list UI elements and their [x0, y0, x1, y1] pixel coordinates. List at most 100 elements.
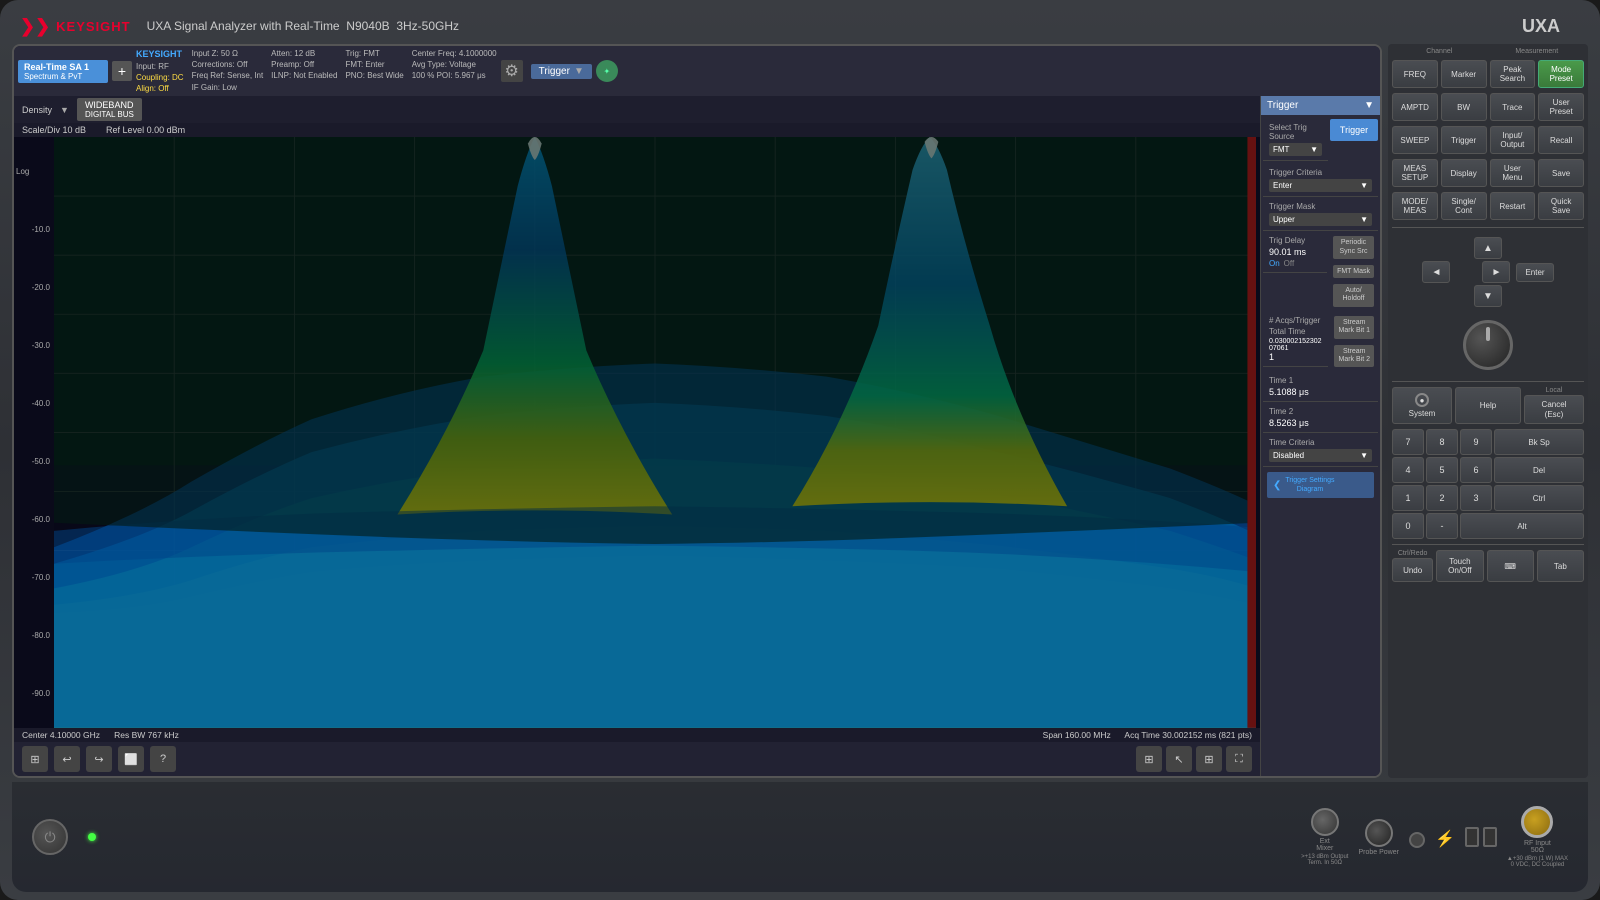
trig-time1-section: Time 1 5.1088 μs [1263, 372, 1378, 402]
settings-button[interactable]: ⚙ [501, 60, 523, 82]
trig-source-dropdown[interactable]: FMT ▼ [1269, 143, 1322, 156]
trig-mask-dropdown[interactable]: Upper ▼ [1269, 213, 1372, 226]
power-button[interactable]: ⏻ [32, 819, 68, 855]
trig-delay-value: 90.01 ms [1269, 247, 1321, 257]
save-button[interactable]: Save [1538, 159, 1584, 187]
headphone-connector [1409, 832, 1425, 848]
trigger-main-button[interactable]: Trigger [1330, 119, 1378, 141]
touch-on-off-button[interactable]: Touch On/Off [1436, 550, 1483, 582]
sweep-button[interactable]: SWEEP [1392, 126, 1438, 154]
trig-criteria-dropdown[interactable]: Enter ▼ [1269, 179, 1372, 192]
wideband-button[interactable]: WIDEBAND DIGITAL BUS [77, 98, 142, 121]
trig-off-button[interactable]: Off [1284, 259, 1295, 268]
enter-button[interactable]: Enter [1516, 263, 1553, 282]
cursor-button[interactable]: ↖ [1166, 746, 1192, 772]
system-button[interactable]: ● System [1392, 387, 1452, 424]
del-button[interactable]: Del [1494, 457, 1584, 483]
y-label-3: -30.0 [14, 341, 54, 350]
lightning-col: ⚡ [1435, 825, 1455, 849]
add-view-button[interactable]: + [112, 61, 132, 81]
info-block-4: Trig: FMT FMT: Enter PNO: Best Wide [345, 48, 403, 94]
mode-preset-button[interactable]: Mode Preset [1538, 60, 1584, 88]
trigger-hw-button[interactable]: Trigger [1441, 126, 1487, 154]
num-1-button[interactable]: 1 [1392, 485, 1424, 511]
alt-button[interactable]: Alt [1460, 513, 1584, 539]
ctrl-button[interactable]: Ctrl [1494, 485, 1584, 511]
bw-button[interactable]: BW [1441, 93, 1487, 121]
num-5-button[interactable]: 5 [1426, 457, 1458, 483]
redo-toolbar-button[interactable]: ↪ [86, 746, 112, 772]
num-8-button[interactable]: 8 [1426, 429, 1458, 455]
nav-down-button[interactable]: ▼ [1474, 285, 1502, 307]
usb-port-2 [1483, 827, 1497, 847]
trace-button[interactable]: Trace [1490, 93, 1536, 121]
fmt-mask-button[interactable]: FMT Mask [1333, 265, 1374, 278]
trig-mask-section: Trigger Mask Upper ▼ [1263, 198, 1378, 231]
meas-setup-button[interactable]: MEAS SETUP [1392, 159, 1438, 187]
y-label-5: -50.0 [14, 457, 54, 466]
main-content: Real-Time SA 1 Spectrum & PvT + KEYSIGHT… [12, 44, 1588, 778]
freq-button[interactable]: FREQ [1392, 60, 1438, 88]
lightning-icon: ⚡ [1435, 829, 1455, 849]
user-menu-button[interactable]: User Menu [1490, 159, 1536, 187]
usb-port-1 [1465, 827, 1479, 847]
main-knob[interactable] [1463, 320, 1513, 370]
y-label-7: -70.0 [14, 573, 54, 582]
bottom-toolbar: ⊞ ↩ ↪ ⬜ ? ⊞ ↖ ⊞ ⛶ [14, 742, 1260, 776]
quick-save-button[interactable]: Quick Save [1538, 192, 1584, 220]
help-button[interactable]: Help [1455, 387, 1521, 424]
usb-ports [1465, 827, 1497, 847]
undo-toolbar-button[interactable]: ↩ [54, 746, 80, 772]
undo-button[interactable]: Undo [1392, 558, 1433, 582]
trig-time-criteria-dropdown[interactable]: Disabled ▼ [1269, 449, 1372, 462]
measurement-label: Measurement [1490, 48, 1585, 55]
mode-meas-button[interactable]: MODE/ MEAS [1392, 192, 1438, 220]
num-0-button[interactable]: 0 [1392, 513, 1424, 539]
nav-right-button[interactable]: ► [1482, 261, 1510, 283]
minus-button[interactable]: - [1426, 513, 1458, 539]
local-label: Local [1524, 387, 1584, 394]
mode-selector[interactable]: Real-Time SA 1 Spectrum & PvT [18, 60, 108, 83]
restart-button[interactable]: Restart [1490, 192, 1536, 220]
amptd-button[interactable]: AMPTD [1392, 93, 1438, 121]
right-panel: Channel Measurement FREQ Marker Peak Sea… [1388, 44, 1588, 778]
num-9-button[interactable]: 9 [1460, 429, 1492, 455]
input-output-button[interactable]: Input/ Output [1490, 126, 1536, 154]
num-7-button[interactable]: 7 [1392, 429, 1424, 455]
bk-sp-button[interactable]: Bk Sp [1494, 429, 1584, 455]
cancel-button[interactable]: Cancel (Esc) [1524, 395, 1584, 424]
zoom-button[interactable]: ⊞ [1196, 746, 1222, 772]
rf-input-connector [1521, 806, 1553, 838]
trig-on-button[interactable]: On [1269, 259, 1280, 268]
recall-button[interactable]: Recall [1538, 126, 1584, 154]
keyboard-button[interactable]: ⌨ [1487, 550, 1534, 582]
tab-button[interactable]: Tab [1537, 550, 1584, 582]
user-preset-button[interactable]: User Preset [1538, 93, 1584, 121]
btn-row-4: MEAS SETUP Display User Menu Save [1392, 159, 1584, 187]
windows-button[interactable]: ⊞ [22, 746, 48, 772]
num-3-button[interactable]: 3 [1460, 485, 1492, 511]
periodic-sync-button[interactable]: PeriodicSync Src [1333, 236, 1374, 259]
channel-label: Channel [1392, 48, 1487, 55]
grid-button[interactable]: ⊞ [1136, 746, 1162, 772]
num-6-button[interactable]: 6 [1460, 457, 1492, 483]
nav-left-button[interactable]: ◄ [1422, 261, 1450, 283]
single-cont-button[interactable]: Single/ Cont [1441, 192, 1487, 220]
trig-acqs-count: 1 [1269, 352, 1322, 362]
stream-mark1-button[interactable]: StreamMark Bit 1 [1334, 316, 1374, 339]
fullscreen-button[interactable]: ⛶ [1226, 746, 1252, 772]
num-4-button[interactable]: 4 [1392, 457, 1424, 483]
auto-holdoff-button[interactable]: Auto/Holdoff [1333, 284, 1374, 307]
info-block-2: Input Z: 50 Ω Corrections: Off Freq Ref:… [192, 48, 264, 94]
peak-search-button[interactable]: Peak Search [1490, 60, 1536, 88]
connector-group: ExtMixer >+13 dBm OutputTerm. In 50Ω Pro… [1301, 806, 1568, 868]
display-button[interactable]: Display [1441, 159, 1487, 187]
help-toolbar-button[interactable]: ? [150, 746, 176, 772]
nav-up-button[interactable]: ▲ [1474, 237, 1502, 259]
trigger-diagram-button[interactable]: ❮ Trigger SettingsDiagram [1267, 472, 1374, 498]
stream-mark2-button[interactable]: StreamMark Bit 2 [1334, 345, 1374, 368]
info-block-3: Atten: 12 dB Preamp: Off ILNP: Not Enabl… [271, 48, 337, 94]
marker-button[interactable]: Marker [1441, 60, 1487, 88]
num-2-button[interactable]: 2 [1426, 485, 1458, 511]
window-mode-button[interactable]: ⬜ [118, 746, 144, 772]
